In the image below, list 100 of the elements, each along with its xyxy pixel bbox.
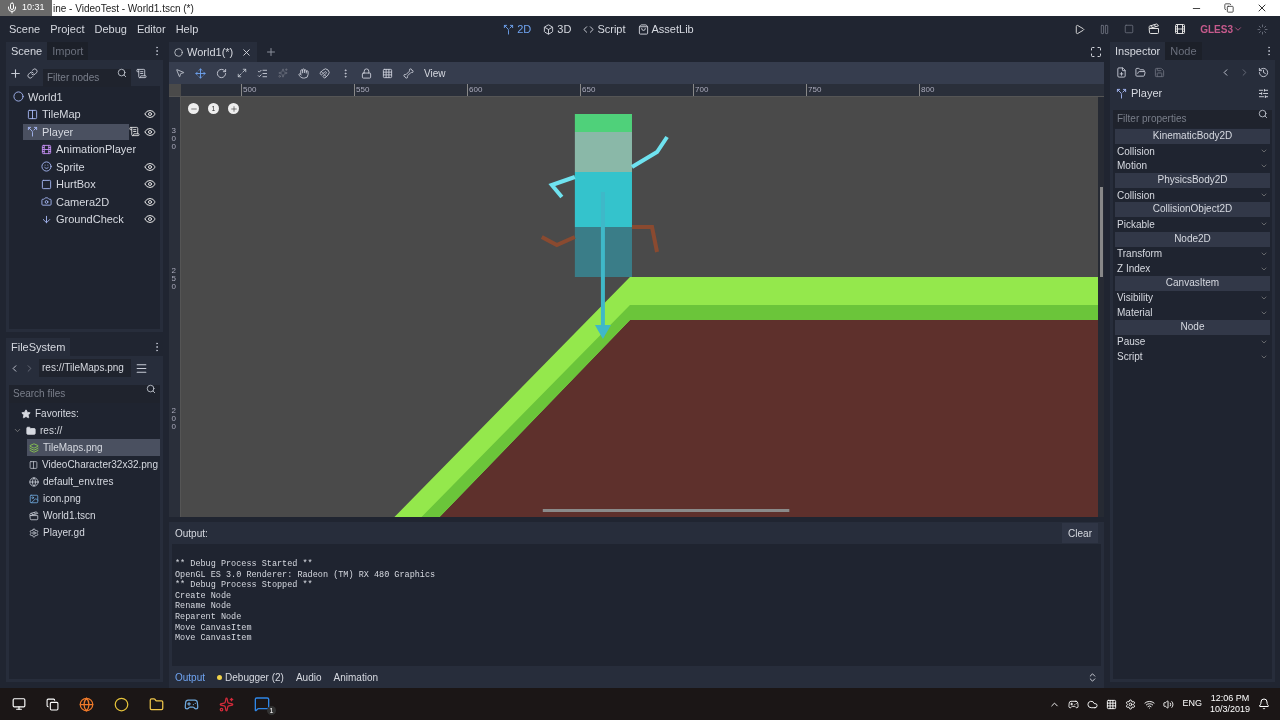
chat-app-icon[interactable] [254,696,270,712]
filter-field[interactable]: Filter properties [1113,109,1272,128]
volume-icon[interactable] [1163,698,1175,710]
property-row[interactable]: Z Index [1115,261,1270,276]
visibility-icon[interactable] [144,108,156,121]
tree-item[interactable]: TileMap [23,106,131,123]
tree-item[interactable]: Favorites: [35,406,79,421]
script-icon[interactable] [129,126,140,138]
visibility-icon[interactable] [144,125,156,138]
lock-icon[interactable] [361,67,372,79]
tree-item[interactable]: World1 [9,88,117,105]
wifi-icon[interactable] [1144,698,1156,710]
script-icon[interactable] [136,67,147,79]
workspace-tab[interactable]: AssetLib [637,20,694,38]
scale-icon[interactable] [237,68,247,78]
workspace-tab[interactable]: 3D [543,20,572,38]
property-row[interactable]: Collision [1115,143,1270,159]
zoom-out-button[interactable] [188,103,199,114]
property-row[interactable]: Transform [1115,246,1270,262]
list-icon[interactable] [257,67,268,79]
bottom-tab[interactable]: Debugger (2) [217,669,284,685]
restore-icon[interactable] [1224,3,1234,13]
menu-icon[interactable] [135,361,148,375]
section-header[interactable]: Node [1115,319,1270,335]
file-item[interactable]: default_env.tres [27,473,160,490]
file-item[interactable]: VideoCharacter32x32.png [27,456,160,473]
grid-icon[interactable] [1106,698,1118,710]
property-row[interactable]: Pickable [1115,217,1270,232]
clapperboard-icon[interactable] [1148,23,1161,35]
bone-icon[interactable] [403,67,414,79]
task-view-icon[interactable] [46,697,59,711]
sliders-icon[interactable] [1258,87,1269,99]
visibility-icon[interactable] [144,213,156,226]
clock-time[interactable]: 12:06 PM [1210,693,1250,704]
section-header[interactable]: Node2D [1115,231,1270,247]
property-row[interactable]: Script [1115,349,1270,364]
property-row[interactable]: Visibility [1115,290,1270,306]
language-indicator[interactable]: ENG [1182,697,1202,711]
bottom-tab[interactable]: Animation [333,669,378,685]
filter-field[interactable]: Filter nodes [43,68,131,87]
property-row[interactable]: Motion [1115,158,1270,174]
tree-item[interactable]: AnimationPlayer [37,141,145,158]
document-tab[interactable]: World1(*) [169,42,258,62]
property-row[interactable]: Collision [1115,187,1270,203]
tree-item[interactable]: Player [23,123,129,140]
history-icon[interactable] [1258,66,1269,78]
section-header[interactable]: CollisionObject2D [1115,202,1270,218]
hand-icon[interactable] [298,67,309,79]
dock-tab[interactable]: FileSystem [6,338,71,356]
section-header[interactable]: CanvasItem [1115,275,1270,291]
expand-icon[interactable] [1087,671,1098,683]
snap-icon[interactable] [319,67,330,79]
file-item[interactable]: TileMaps.png [27,439,160,456]
bottom-tab[interactable]: Audio [295,669,322,685]
save-icon[interactable] [1154,66,1165,78]
scrollbar[interactable] [1099,187,1103,277]
property-row[interactable]: Pause [1115,334,1270,350]
tree-item[interactable]: Camera2D [37,193,144,210]
gamepad-icon[interactable] [1068,698,1080,710]
tree-item[interactable]: GroundCheck [37,211,144,228]
link-icon[interactable] [27,67,38,79]
view-menu[interactable]: View [424,65,446,81]
cloud-icon[interactable] [1087,698,1099,710]
play-icon[interactable] [1074,23,1086,35]
visibility-icon[interactable] [144,160,156,173]
workspace-tab[interactable]: Script [583,20,626,38]
dock-tab[interactable]: Scene [6,42,48,60]
gear-icon[interactable] [1125,698,1137,710]
section-header[interactable]: KinematicBody2D [1115,129,1270,144]
add-tab-icon[interactable] [265,46,278,58]
menu-item[interactable]: Editor [131,20,171,38]
property-row[interactable]: Material [1115,305,1270,320]
clear-button[interactable]: Clear [1062,523,1098,543]
film-icon[interactable] [1174,23,1187,35]
file-item[interactable]: World1.tscn [27,507,160,524]
rotate-icon[interactable] [216,67,227,79]
dock-tab[interactable]: Inspector [1110,42,1166,60]
folder-icon[interactable] [149,696,164,712]
folder-icon[interactable] [1135,66,1146,78]
section-header[interactable]: PhysicsBody2D [1115,173,1270,188]
workspace-tab[interactable]: 2D [503,20,532,38]
file-item[interactable]: icon.png [27,490,160,507]
menu-item[interactable]: Scene [4,20,46,38]
close-icon[interactable] [241,46,253,58]
move-icon[interactable] [195,67,206,79]
add-icon[interactable] [9,66,22,80]
menu-item[interactable]: Help [170,20,204,38]
clock-date[interactable]: 10/3/2019 [1209,704,1250,715]
search-field[interactable]: Search files [9,384,160,403]
new-file-icon[interactable] [1116,66,1127,78]
sparkle-app-icon[interactable] [219,696,234,712]
file-item[interactable]: Player.gd [27,524,160,541]
notification-icon[interactable] [1258,698,1270,710]
close-icon[interactable] [1256,2,1268,14]
fullscreen-icon[interactable] [1090,46,1102,58]
menu-item[interactable]: Debug [89,20,132,38]
tree-item[interactable]: res:// [40,423,63,438]
visibility-icon[interactable] [144,178,156,191]
renderer-dropdown[interactable]: GLES3 [1200,21,1243,37]
menu-item[interactable]: Project [45,20,90,38]
